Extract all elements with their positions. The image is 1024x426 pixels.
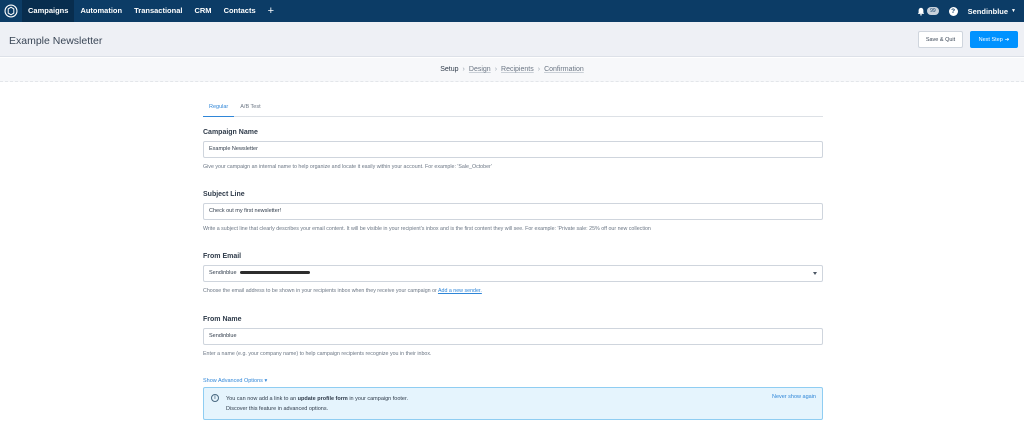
add-new-sender-link[interactable]: Add a new sender.	[438, 288, 482, 294]
account-menu[interactable]: Sendinblue ▼	[968, 7, 1016, 16]
subject-line-label: Subject Line	[203, 191, 245, 198]
chevron-right-icon: ›	[494, 66, 498, 73]
nav-crm[interactable]: CRM	[188, 0, 217, 22]
from-email-label: From Email	[203, 253, 242, 260]
chevron-right-icon: ›	[462, 66, 465, 73]
campaign-name-input[interactable]: Example Newsletter	[203, 141, 823, 158]
step-confirmation[interactable]: Confirmation	[544, 66, 584, 73]
nav-contacts[interactable]: Contacts	[218, 0, 262, 22]
add-nav-plus-icon[interactable]: +	[262, 0, 280, 22]
sendinblue-logo-icon[interactable]	[0, 0, 22, 22]
step-setup[interactable]: Setup	[440, 66, 458, 73]
never-show-again-link[interactable]: Never show again	[772, 394, 816, 400]
subject-line-help: Write a subject line that clearly descri…	[203, 226, 651, 232]
progress-stepper: Setup › Design › Recipients › Confirmati…	[0, 58, 1024, 82]
show-advanced-options-link[interactable]: Show Advanced Options ▾	[203, 378, 267, 384]
nav-right: 99 ? Sendinblue ▼	[917, 0, 1016, 22]
nav-campaigns[interactable]: Campaigns	[22, 0, 75, 22]
dropdown-arrow-icon[interactable]	[813, 272, 817, 275]
info-notice: i You can now add a link to an update pr…	[203, 387, 823, 420]
chevron-right-icon: ›	[537, 66, 541, 73]
notifications-button[interactable]: 99	[917, 7, 939, 16]
nav-transactional[interactable]: Transactional	[128, 0, 188, 22]
campaign-type-tabs: Regular A/B Test	[203, 100, 823, 117]
notice-text-bold: update profile form	[297, 396, 348, 402]
nav-automation[interactable]: Automation	[74, 0, 128, 22]
page-title: Example Newsletter	[9, 35, 103, 47]
save-quit-button[interactable]: Save & Quit	[918, 31, 963, 48]
from-email-value: Sendinblue	[209, 270, 237, 276]
notification-count-badge: 99	[927, 7, 939, 15]
account-name: Sendinblue	[967, 6, 1009, 16]
from-email-select[interactable]: Sendinblue	[203, 265, 823, 282]
from-name-help: Enter a name (e.g. your company name) to…	[203, 351, 432, 357]
notice-text-post: in your campaign footer.	[349, 396, 409, 402]
step-recipients[interactable]: Recipients	[501, 66, 534, 73]
chevron-down-icon: ▼	[1011, 8, 1016, 14]
campaign-name-help: Give your campaign an internal name to h…	[203, 164, 492, 170]
arrow-right-icon: ➔	[1004, 36, 1010, 43]
subject-line-input[interactable]: Check out my first newsletter!	[203, 203, 823, 220]
redacted-email	[239, 271, 310, 275]
tab-ab-test[interactable]: A/B Test	[234, 100, 266, 117]
next-step-label: Next Step	[978, 36, 1003, 43]
next-step-button[interactable]: Next Step ➔	[970, 31, 1018, 48]
help-icon[interactable]: ?	[948, 6, 958, 16]
step-design[interactable]: Design	[469, 66, 491, 73]
from-email-help-text: Choose the email address to be shown in …	[203, 288, 437, 294]
tab-regular[interactable]: Regular	[203, 100, 235, 117]
notice-line-1: You can now add a link to an update prof…	[226, 396, 408, 402]
page-header: Example Newsletter Save & Quit Next Step…	[0, 22, 1024, 57]
info-icon: i	[211, 394, 219, 402]
notice-text-pre: You can now add a link to an	[226, 396, 297, 402]
notice-line-2: Discover this feature in advanced option…	[226, 406, 329, 412]
top-nav: Campaigns Automation Transactional CRM C…	[0, 0, 1024, 22]
from-name-input[interactable]: Sendinblue	[203, 328, 823, 345]
from-name-label: From Name	[203, 316, 242, 323]
campaign-name-label: Campaign Name	[203, 129, 258, 136]
bell-icon	[917, 7, 925, 16]
from-email-help: Choose the email address to be shown in …	[203, 288, 482, 294]
